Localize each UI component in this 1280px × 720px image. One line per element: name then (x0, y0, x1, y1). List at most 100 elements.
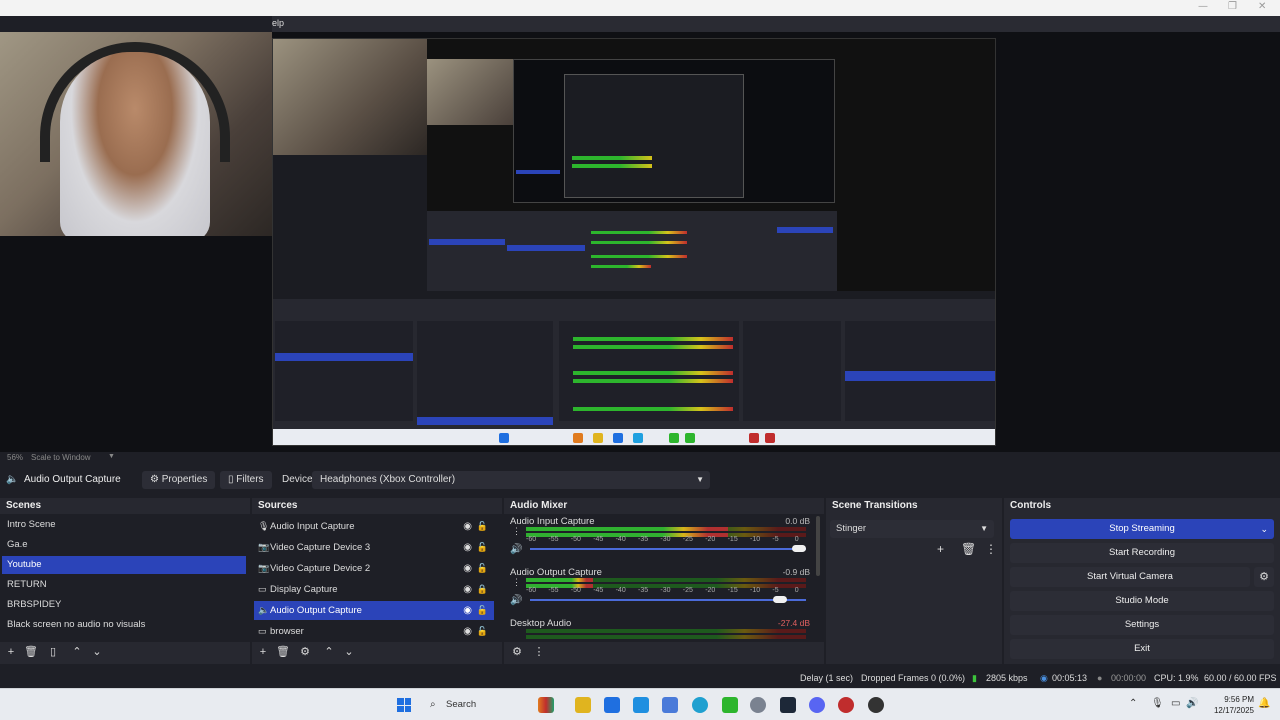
tick-label: -30 (660, 536, 671, 543)
properties-button[interactable]: ⚙ Properties (142, 471, 216, 489)
minimize-button[interactable]: — (1198, 1, 1208, 12)
more-options-icon[interactable]: ⋮ (532, 645, 546, 659)
preview-canvas[interactable] (272, 38, 996, 446)
filter-icon: ▯ (228, 474, 234, 485)
mixer-channel: Desktop Audio -27.4 dB (508, 618, 810, 642)
source-label: Video Capture Device 3 (270, 542, 371, 553)
edge-icon[interactable] (692, 697, 708, 713)
scene-item[interactable]: Intro Scene (2, 516, 246, 534)
studio-mode-button[interactable]: Studio Mode (1010, 591, 1274, 611)
start-recording-button[interactable]: Start Recording (1010, 543, 1274, 563)
app-icon[interactable] (538, 697, 554, 713)
volume-icon[interactable]: 🔊 (510, 544, 522, 555)
filters-button[interactable]: ▯ Filters (220, 471, 272, 489)
eye-icon[interactable]: ◉ (463, 601, 472, 620)
notification-icon[interactable]: 🔔 (1258, 698, 1270, 709)
start-virtual-camera-button[interactable]: Start Virtual Camera (1010, 567, 1250, 587)
trash-icon[interactable]: 🗑 (276, 645, 290, 659)
lock-icon[interactable]: 🔒 (477, 580, 488, 599)
microphone-icon[interactable]: 🎙 (1151, 698, 1164, 709)
eye-icon[interactable]: ◉ (463, 580, 472, 599)
restore-button[interactable]: ❐ (1228, 1, 1237, 12)
settings-app-icon[interactable] (750, 697, 766, 713)
tick-label: -25 (682, 587, 693, 594)
add-icon[interactable]: + (256, 645, 270, 659)
dropped-frames-status: Dropped Frames 0 (0.0%) (861, 673, 966, 683)
file-explorer-icon[interactable] (575, 697, 591, 713)
add-icon[interactable]: + (4, 645, 18, 659)
unlock-icon[interactable]: 🔓 (477, 601, 488, 620)
scene-item[interactable]: Youtube (2, 556, 246, 574)
volume-slider[interactable] (530, 596, 806, 603)
move-up-icon[interactable]: ⌃ (70, 645, 84, 659)
trash-icon[interactable]: 🗑 (24, 645, 38, 659)
eye-icon[interactable]: ◉ (463, 622, 472, 641)
stream-icon: ◉ (1040, 673, 1048, 683)
discord-icon[interactable] (809, 697, 825, 713)
transition-select[interactable]: Stinger ▼ (830, 520, 994, 538)
trash-icon[interactable]: 🗑 (961, 542, 976, 556)
gear-icon[interactable]: ⚙ (510, 645, 524, 659)
unlock-icon[interactable]: 🔓 (477, 538, 488, 557)
chevron-up-icon[interactable]: ⌃ (1129, 698, 1137, 709)
source-item[interactable]: 🔈 Audio Output Capture ◉ 🔓 (254, 601, 494, 620)
source-item[interactable]: ▭ browser ◉ 🔓 (254, 622, 494, 641)
eye-icon[interactable]: ◉ (463, 559, 472, 578)
gear-icon[interactable]: ⚙ (298, 645, 312, 659)
source-item[interactable]: 🎙 Audio Input Capture ◉ 🔓 (254, 517, 494, 536)
settings-button[interactable]: Settings (1010, 615, 1274, 635)
device-select[interactable]: Headphones (Xbox Controller) ▼ (312, 471, 710, 489)
filter-icon[interactable]: ▯ (46, 645, 60, 659)
scene-item[interactable]: BRBSPIDEY (2, 596, 246, 614)
browser-icon: ▭ (258, 626, 267, 636)
scene-item[interactable]: RETURN (2, 576, 246, 594)
volume-icon[interactable]: 🔊 (510, 595, 522, 606)
taskbar-clock[interactable]: 9:56 PM 12/17/2025 (1206, 694, 1254, 716)
unlock-icon[interactable]: 🔓 (477, 622, 488, 641)
eye-icon[interactable]: ◉ (463, 517, 472, 536)
scene-item[interactable]: Ga.e (2, 536, 246, 554)
windows-start-icon[interactable] (397, 698, 411, 712)
chevron-down-icon[interactable]: ⌄ (1260, 519, 1268, 539)
source-item[interactable]: ▭ Display Capture ◉ 🔒 (254, 580, 494, 599)
signal-icon: ▮ (972, 673, 977, 683)
mixer-scrollbar[interactable] (816, 516, 820, 576)
taskbar-search[interactable]: ⌕ Search (424, 695, 530, 715)
scene-item[interactable]: Black screen no audio no visuals (2, 616, 246, 634)
stop-streaming-button[interactable]: Stop Streaming ⌄ (1010, 519, 1274, 539)
move-down-icon[interactable]: ⌄ (342, 645, 356, 659)
steam-icon[interactable] (780, 697, 796, 713)
exit-button[interactable]: Exit (1010, 639, 1274, 659)
webcam-overlay (0, 32, 272, 236)
app-green-icon[interactable] (722, 697, 738, 713)
chevron-down-icon[interactable]: ▼ (108, 453, 115, 460)
sources-list: 🎙 Audio Input Capture ◉ 🔓 📷 Video Capture De… (252, 514, 502, 664)
network-icon[interactable]: ▭ (1171, 698, 1180, 709)
volume-slider[interactable] (530, 545, 806, 552)
move-down-icon[interactable]: ⌄ (90, 645, 104, 659)
outlook-icon[interactable] (633, 697, 649, 713)
app-red-icon[interactable] (838, 697, 854, 713)
unlock-icon[interactable]: 🔓 (477, 559, 488, 578)
close-button[interactable]: ✕ (1258, 1, 1266, 12)
move-up-icon[interactable]: ⌃ (322, 645, 336, 659)
controls-body: Stop Streaming ⌄ Start Recording Start Vi… (1004, 514, 1280, 664)
eye-icon[interactable]: ◉ (463, 538, 472, 557)
source-item[interactable]: 📷 Video Capture Device 2 ◉ 🔓 (254, 559, 494, 578)
volume-icon[interactable]: 🔊 (1186, 698, 1198, 709)
more-options-icon[interactable]: ⋮ (985, 542, 997, 556)
add-icon[interactable]: + (937, 542, 944, 556)
controls-dock: Controls Stop Streaming ⌄ Start Recording… (1004, 498, 1280, 664)
menu-help[interactable]: elp (272, 18, 284, 28)
source-item[interactable]: 📷 Video Capture Device 3 ◉ 🔓 (254, 538, 494, 557)
scale-mode-select[interactable]: Scale to Window (31, 453, 91, 462)
obs-icon[interactable] (868, 697, 884, 713)
more-options-icon[interactable]: ⋮ (512, 577, 521, 588)
mixer-footer: ⚙ ⋮ (504, 642, 824, 664)
gear-icon[interactable]: ⚙ (1254, 567, 1274, 587)
store-icon[interactable] (604, 697, 620, 713)
unlock-icon[interactable]: 🔓 (477, 517, 488, 536)
tick-label: -40 (615, 536, 626, 543)
vscode-icon[interactable] (662, 697, 678, 713)
more-options-icon[interactable]: ⋮ (512, 526, 521, 537)
